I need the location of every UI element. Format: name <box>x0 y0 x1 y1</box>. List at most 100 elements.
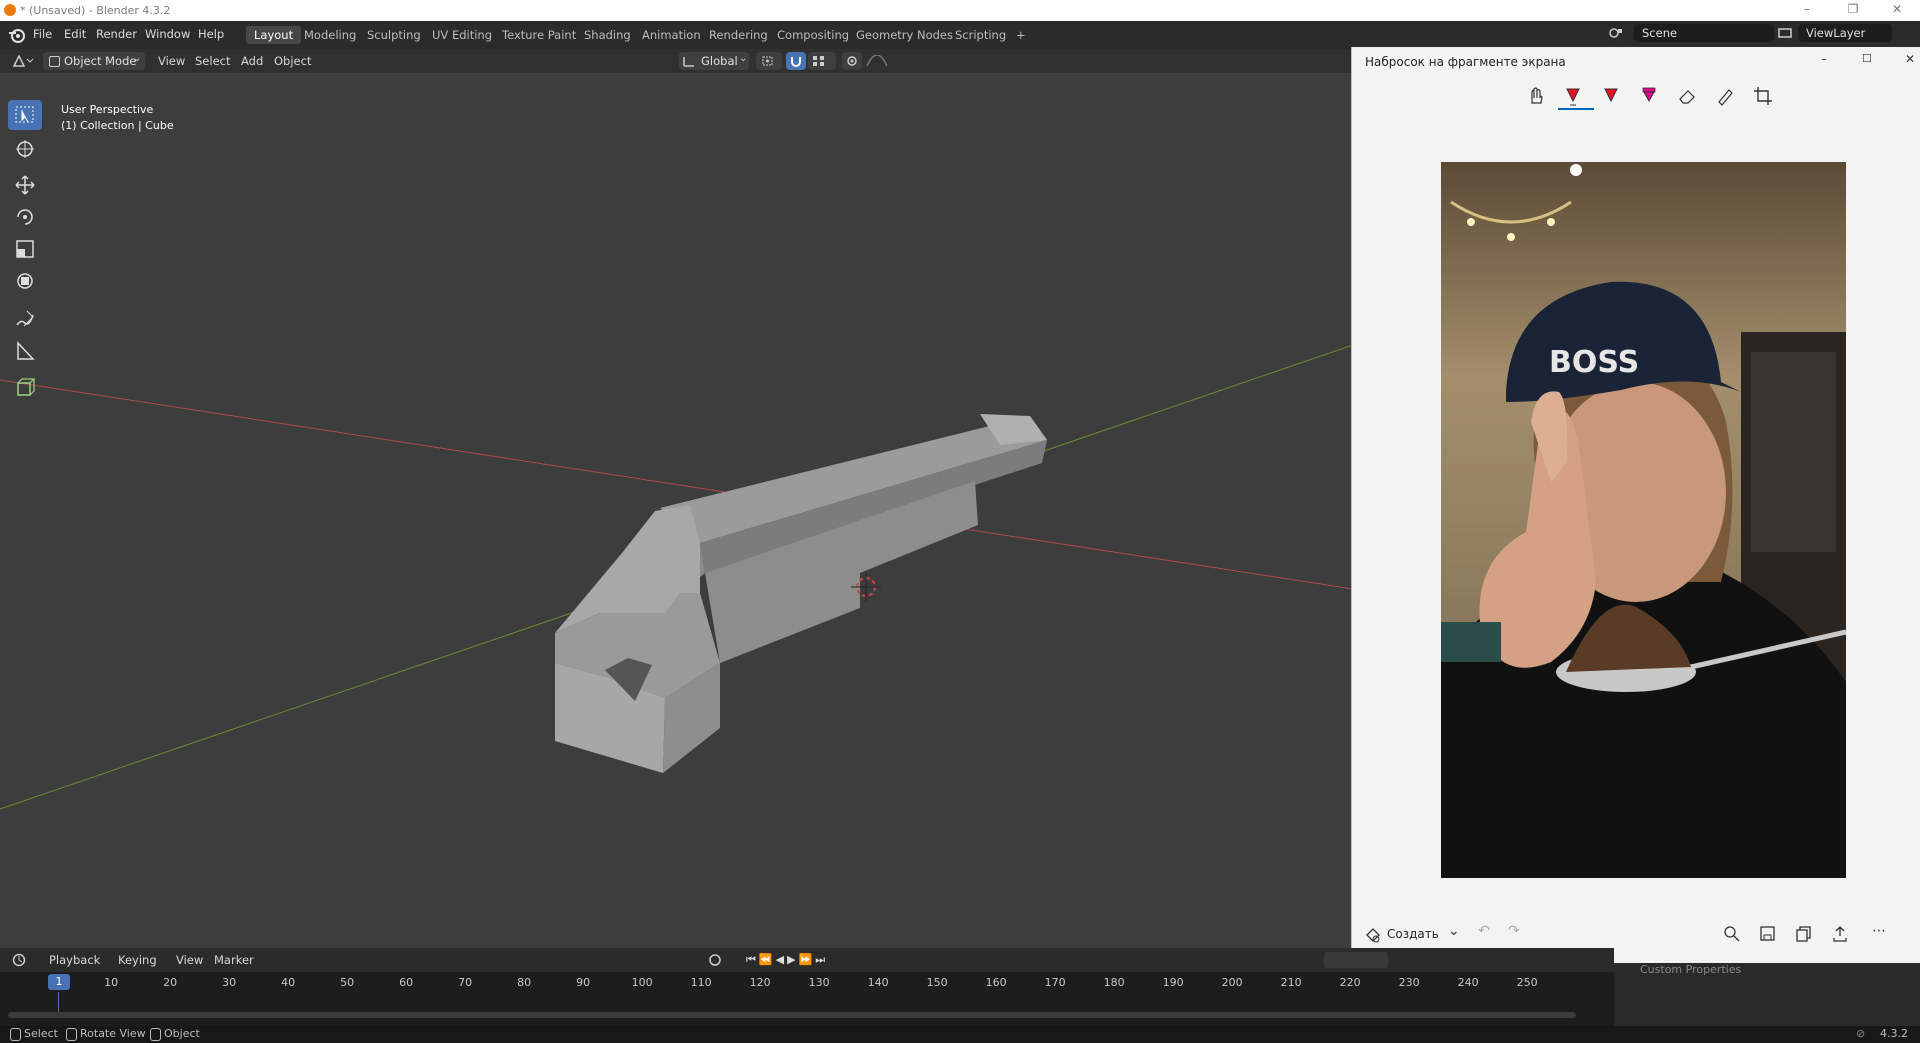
menu-playback[interactable]: Playback <box>49 953 100 967</box>
menu-timeline-view[interactable]: View <box>176 953 203 967</box>
menu-view[interactable]: View <box>158 54 185 68</box>
window-title-bar: * (Unsaved) - Blender 4.3.2 – ❐ ✕ <box>0 0 1920 21</box>
view-layer-field[interactable]: ViewLayer <box>1798 24 1892 42</box>
playback-controls: ⏮⏪◀▶⏩⏭ <box>746 953 828 967</box>
tool-select-box[interactable] <box>8 100 42 130</box>
chevron-down-icon: ⌄ <box>739 53 748 64</box>
play-icon[interactable]: ▶ <box>787 953 798 966</box>
menu-add[interactable]: Add <box>241 54 263 68</box>
tab-scripting[interactable]: Scripting <box>947 26 1014 44</box>
jump-end-icon[interactable]: ⏭ <box>815 953 828 966</box>
close-window-button[interactable]: ✕ <box>1880 2 1914 18</box>
scene-field[interactable]: Scene <box>1634 24 1774 42</box>
menu-marker[interactable]: Marker <box>214 953 254 967</box>
timeline-area[interactable]: 1 10 20 30 40 50 60 70 80 90 100 110 120 130 140 150 16… <box>0 972 1614 1026</box>
auto-keying-icon[interactable] <box>708 953 724 967</box>
tab-sculpting[interactable]: Sculpting <box>359 26 429 44</box>
touch-writing-button[interactable] <box>1521 81 1551 111</box>
save-icon[interactable] <box>1760 926 1776 942</box>
tool-transform[interactable] <box>8 266 42 296</box>
copy-icon[interactable] <box>1796 926 1812 942</box>
frame-tick-label: 120 <box>749 976 771 989</box>
cube-mesh[interactable] <box>555 414 1047 773</box>
ballpoint-pen-button[interactable] <box>1558 81 1594 111</box>
tab-animation[interactable]: Animation <box>634 26 709 44</box>
object-mode-dropdown[interactable]: Object Mode ⌄ <box>43 52 145 70</box>
redo-icon[interactable]: ↷ <box>1508 923 1520 939</box>
add-workspace-button[interactable]: + <box>1008 26 1034 44</box>
current-frame-indicator[interactable]: 1 <box>48 974 70 990</box>
zoom-icon[interactable] <box>1724 926 1740 942</box>
top-menu-bar: File Edit Render Window Help Layout Mode… <box>0 21 1920 49</box>
jump-start-icon[interactable]: ⏮ <box>746 953 759 966</box>
window-title: * (Unsaved) - Blender 4.3.2 <box>20 4 171 17</box>
watch <box>1441 622 1501 662</box>
tool-shelf <box>8 100 44 410</box>
snap-target-dropdown[interactable] <box>808 52 836 70</box>
tab-modeling[interactable]: Modeling <box>296 26 364 44</box>
tool-cursor[interactable] <box>8 134 42 164</box>
prev-keyframe-icon[interactable]: ⏪ <box>759 953 776 966</box>
frame-tick-label: 240 <box>1457 976 1479 989</box>
menu-keying[interactable]: Keying <box>118 953 157 967</box>
tab-layout[interactable]: Layout <box>246 26 302 44</box>
tool-annotate[interactable] <box>8 304 42 334</box>
snip-maximize-button[interactable]: ☐ <box>1862 52 1872 65</box>
new-snip-icon[interactable] <box>1364 925 1382 943</box>
transform-orientation-dropdown[interactable]: Global ⌄ <box>679 52 749 70</box>
tab-shading[interactable]: Shading <box>576 26 639 44</box>
pencil-button[interactable] <box>1596 81 1626 111</box>
menu-object[interactable]: Object <box>274 54 311 68</box>
highlighter-button[interactable] <box>1634 81 1664 111</box>
restore-button[interactable]: ❐ <box>1836 2 1870 18</box>
frame-tick-label: 60 <box>399 976 414 989</box>
falloff-icon[interactable] <box>866 55 888 67</box>
undo-icon[interactable]: ↶ <box>1478 923 1490 939</box>
menu-window[interactable]: Window <box>145 27 190 41</box>
tool-move[interactable] <box>8 170 42 200</box>
chevron-down-icon[interactable]: ⌄ <box>1448 923 1460 939</box>
crop-button[interactable] <box>1748 81 1778 111</box>
tab-uv-editing[interactable]: UV Editing <box>424 26 500 44</box>
custom-properties-label[interactable]: Custom Properties <box>1640 963 1741 976</box>
minimize-button[interactable]: – <box>1790 2 1824 18</box>
menu-render[interactable]: Render <box>96 27 137 41</box>
scene-icon <box>1609 28 1622 38</box>
tool-rotate[interactable] <box>8 202 42 232</box>
menu-file[interactable]: File <box>33 27 52 41</box>
editor-type-icon[interactable] <box>12 54 34 68</box>
tool-add-cube[interactable] <box>8 372 42 402</box>
frame-tick-label: 210 <box>1280 976 1302 989</box>
magnet-icon <box>791 57 801 67</box>
next-keyframe-icon[interactable]: ⏩ <box>799 953 816 966</box>
timeline-editor-icon[interactable] <box>12 953 34 967</box>
eraser-button[interactable] <box>1672 81 1702 111</box>
proportional-editing-toggle[interactable] <box>842 52 862 70</box>
snap-toggle[interactable] <box>786 52 806 70</box>
tool-measure[interactable] <box>8 336 42 366</box>
frame-tick-label: 230 <box>1398 976 1420 989</box>
create-button[interactable]: Создать <box>1387 927 1439 941</box>
snip-close-button[interactable]: ✕ <box>1905 52 1915 66</box>
menu-select[interactable]: Select <box>195 54 230 68</box>
tab-rendering[interactable]: Rendering <box>701 26 776 44</box>
menu-edit[interactable]: Edit <box>64 27 86 41</box>
timeline-scrollbar[interactable] <box>8 1012 1576 1018</box>
frame-tick-label: 170 <box>1044 976 1066 989</box>
snip-minimize-button[interactable]: – <box>1821 52 1827 66</box>
orientation-icon <box>683 57 694 67</box>
share-icon[interactable] <box>1832 926 1848 942</box>
menu-help[interactable]: Help <box>198 27 224 41</box>
pivot-point-button[interactable] <box>756 52 782 70</box>
more-options-button[interactable]: ⋯ <box>1872 923 1886 939</box>
blender-menu-icon[interactable] <box>8 27 26 43</box>
scene-selector-button[interactable] <box>1606 24 1628 42</box>
start-frame-field[interactable] <box>1324 952 1388 968</box>
play-reverse-icon[interactable]: ◀ <box>776 953 787 966</box>
ruler-button[interactable] <box>1710 81 1740 111</box>
tab-texture-paint[interactable]: Texture Paint <box>494 26 584 44</box>
tab-compositing[interactable]: Compositing <box>769 26 857 44</box>
tool-scale[interactable] <box>8 234 42 264</box>
tab-geometry-nodes[interactable]: Geometry Nodes <box>848 26 961 44</box>
3d-viewport[interactable]: User Perspective (1) Collection | Cube <box>0 73 1353 948</box>
